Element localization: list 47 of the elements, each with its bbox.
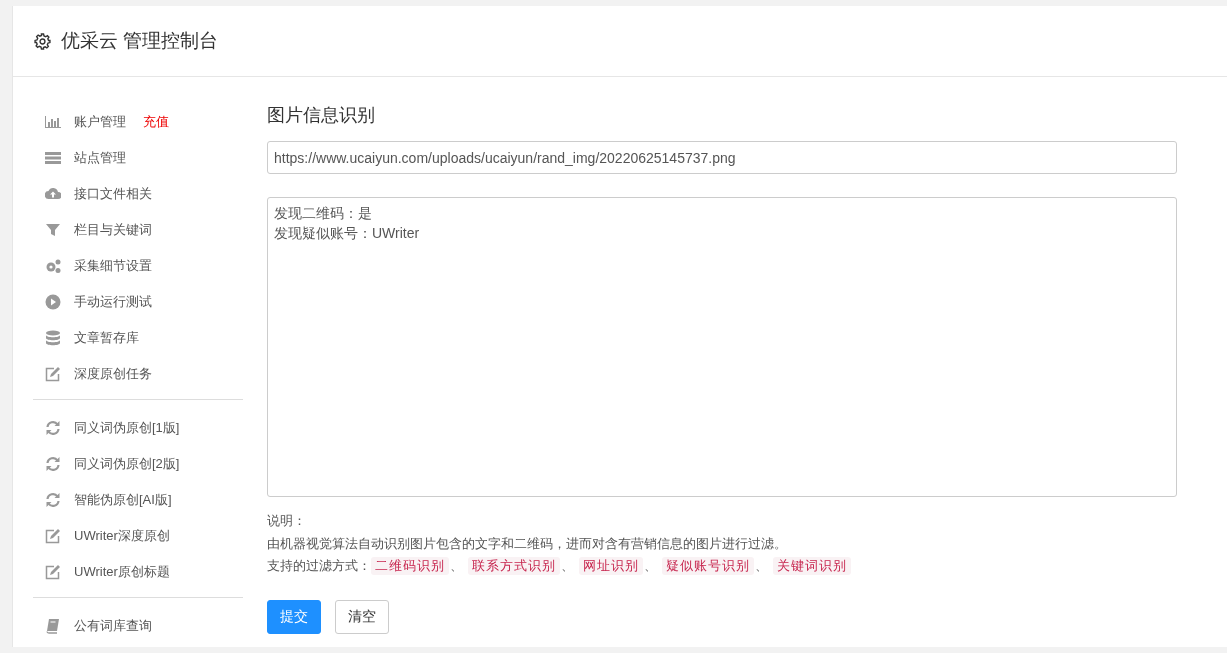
separator: 、	[644, 557, 657, 575]
bar-chart-icon	[45, 114, 61, 130]
refresh-icon	[45, 456, 61, 472]
sidebar-link[interactable]: 接口文件相关	[74, 185, 152, 203]
method-tag: 关键词识别	[773, 557, 851, 576]
sidebar-link[interactable]: 公有词库查询	[74, 617, 152, 635]
sidebar-link[interactable]: 同义词伪原创[1版]	[74, 419, 180, 437]
sidebar-link[interactable]: 采集细节设置	[74, 257, 152, 275]
sidebar-link[interactable]: UWriter原创标题	[74, 563, 170, 581]
sidebar-link[interactable]: 文章暂存库	[74, 329, 139, 347]
edit-icon	[45, 528, 61, 544]
url-field[interactable]: https://www.ucaiyun.com/uploads/ucaiyun/rand_img/20220625145737.png	[267, 141, 1177, 174]
sidebar-link[interactable]: 深度原创任务	[74, 365, 152, 383]
separator: 、	[450, 557, 463, 575]
edit-icon	[45, 366, 61, 382]
filter-icon	[45, 222, 61, 238]
method-tag: 联系方式识别	[468, 557, 560, 576]
sidebar-link[interactable]: 账户管理	[74, 113, 126, 131]
notes-heading: 说明：	[267, 512, 307, 530]
sidebar-link[interactable]: 同义词伪原创[2版]	[74, 455, 180, 473]
separator: 、	[755, 557, 768, 575]
app-title: 优采云 管理控制台	[61, 29, 219, 53]
book-icon	[45, 618, 61, 634]
database-icon	[45, 330, 61, 346]
description-text: 由机器视觉算法自动识别图片包含的文字和二维码，进而对含有营销信息的图片进行过滤。	[267, 534, 788, 553]
sidebar-link[interactable]: UWriter深度原创	[74, 527, 170, 545]
refresh-icon	[45, 420, 61, 436]
section-title: 图片信息识别	[267, 104, 376, 127]
methods-label: 支持的过滤方式：	[267, 557, 371, 575]
edit-icon	[45, 564, 61, 580]
method-tag: 疑似账号识别	[662, 557, 754, 576]
play-circle-icon	[45, 294, 61, 310]
separator: 、	[561, 557, 574, 575]
gears-icon	[45, 258, 61, 274]
cloud-upload-icon	[45, 186, 61, 202]
recharge-link[interactable]: 充值	[143, 113, 169, 131]
sidebar-link[interactable]: 栏目与关键词	[74, 221, 152, 239]
server-icon	[45, 150, 61, 166]
method-tag: 二维码识别	[371, 557, 449, 576]
method-tag: 网址识别	[579, 557, 643, 576]
settings-icon	[34, 32, 51, 50]
sidebar-link[interactable]: 智能伪原创[AI版]	[74, 491, 172, 509]
sidebar-link[interactable]: 站点管理	[74, 149, 126, 167]
clear-button[interactable]: 清空	[335, 599, 389, 634]
result-field[interactable]: 发现二维码：是 发现疑似账号：UWriter	[267, 197, 1177, 497]
sidebar-link[interactable]: 手动运行测试	[74, 293, 152, 311]
refresh-icon	[45, 492, 61, 508]
